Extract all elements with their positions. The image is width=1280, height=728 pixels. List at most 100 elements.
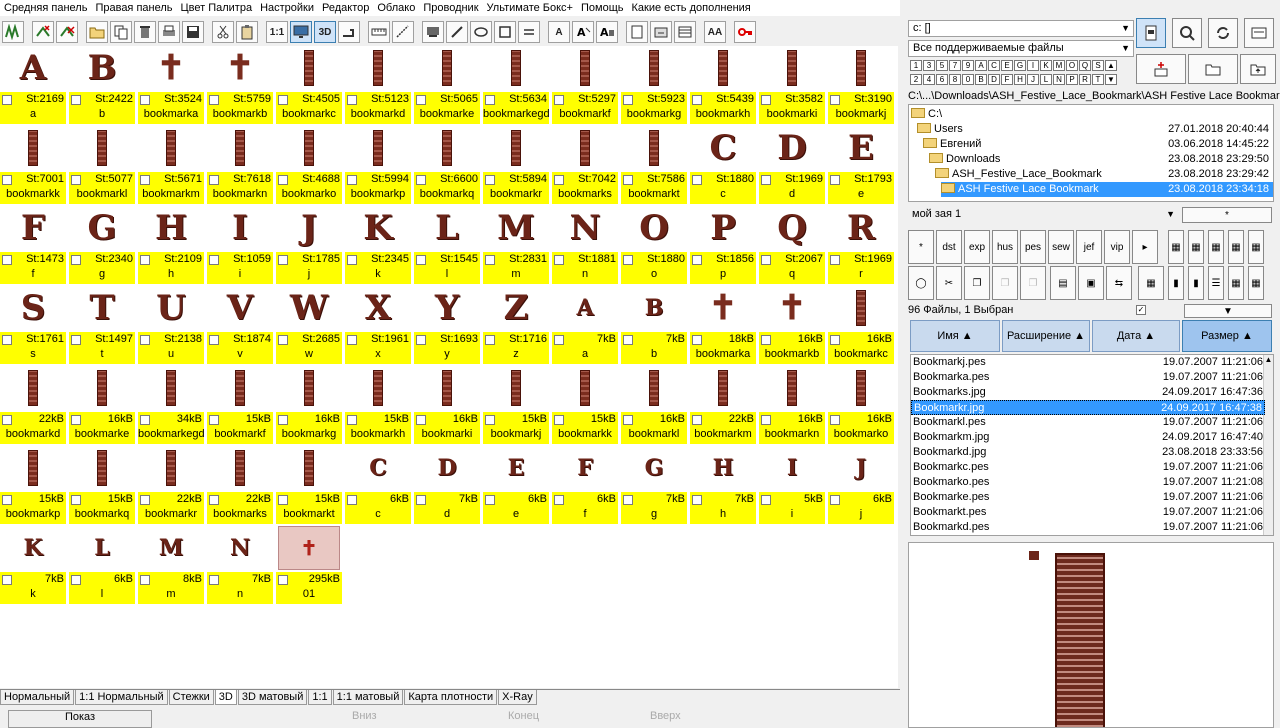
tile-checkbox[interactable] [2, 255, 12, 265]
design-tile[interactable]: X St:1961 x [345, 286, 411, 368]
tile-checkbox[interactable] [761, 175, 771, 185]
tile-checkbox[interactable] [278, 175, 288, 185]
tile-checkbox[interactable] [209, 415, 219, 425]
multi-copy-icon[interactable]: ▤ [1050, 266, 1076, 300]
tile-checkbox[interactable] [623, 95, 633, 105]
tile-checkbox[interactable] [140, 335, 150, 345]
tile-checkbox[interactable] [278, 335, 288, 345]
tile-checkbox[interactable] [209, 255, 219, 265]
file-row[interactable]: Bookmarkd.jpg 23.08.2018 23:33:56 [911, 445, 1265, 460]
design-tile[interactable]: St:7586 bookmarkt [621, 126, 687, 208]
tile-checkbox[interactable] [830, 255, 840, 265]
tile-checkbox[interactable] [2, 495, 12, 505]
print-file-icon[interactable]: ▦ [1138, 266, 1164, 300]
tile-checkbox[interactable] [140, 95, 150, 105]
tile-checkbox[interactable] [71, 95, 81, 105]
tile-checkbox[interactable] [71, 335, 81, 345]
tile-checkbox[interactable] [416, 415, 426, 425]
design-tile[interactable]: Y St:1693 y [414, 286, 480, 368]
design-tile[interactable]: St:4688 bookmarko [276, 126, 342, 208]
view-tab[interactable]: Стежки [168, 690, 214, 705]
remove-stitch-icon[interactable] [56, 21, 78, 43]
design-tile[interactable]: St:6600 bookmarkq [414, 126, 480, 208]
format-button[interactable]: exp [964, 230, 990, 264]
design-tile[interactable]: 22kB bookmarks [207, 446, 273, 528]
design-tile[interactable]: 15kB bookmarkj [483, 366, 549, 448]
copy-icon[interactable] [110, 21, 132, 43]
tile-checkbox[interactable] [692, 95, 702, 105]
design-tile[interactable]: 34kB bookmarkegd [138, 366, 204, 448]
design-tile[interactable]: I St:1059 i [207, 206, 273, 288]
letter-key[interactable]: 9 [962, 60, 974, 71]
design-tile[interactable]: 16kB bookmarke [69, 366, 135, 448]
up-button[interactable]: Вверх [650, 710, 681, 722]
tile-checkbox[interactable] [692, 335, 702, 345]
view-tab[interactable]: 3D матовый [237, 690, 308, 705]
tile-checkbox[interactable] [71, 415, 81, 425]
design-tile[interactable]: S St:1761 s [0, 286, 66, 368]
tile-checkbox[interactable] [830, 175, 840, 185]
letter-key[interactable]: 2 [910, 74, 922, 85]
design-tile[interactable]: ✝ St:5759 bookmarkb [207, 46, 273, 128]
key-icon[interactable] [734, 21, 756, 43]
letter-key[interactable]: F [1001, 74, 1013, 85]
design-tile[interactable]: St:3190 bookmarkj [828, 46, 894, 128]
letter-key[interactable]: 7 [949, 60, 961, 71]
design-tile[interactable]: 16kB bookmarkg [276, 366, 342, 448]
tile-checkbox[interactable] [761, 95, 771, 105]
view-tab[interactable]: Нормальный [0, 690, 75, 705]
tile-checkbox[interactable] [2, 175, 12, 185]
paste-file-icon[interactable]: ❐ [992, 266, 1018, 300]
design-tile[interactable]: St:5123 bookmarkd [345, 46, 411, 128]
letter-key[interactable]: 5 [936, 60, 948, 71]
file-row[interactable]: Bookmarkt.pes 19.07.2007 11:21:06 [911, 505, 1265, 520]
design-tile[interactable]: B St:2422 b [69, 46, 135, 128]
col-name-header[interactable]: Имя ▲ [910, 320, 1000, 352]
tile-checkbox[interactable] [2, 415, 12, 425]
view-mode5-icon[interactable]: ▦ [1248, 266, 1264, 300]
tile-checkbox[interactable] [623, 415, 633, 425]
letter-key[interactable]: 6 [936, 74, 948, 85]
ruler-icon[interactable] [368, 21, 390, 43]
design-tile[interactable]: H 7kB h [690, 446, 756, 528]
view-tab[interactable]: Карта плотности [404, 690, 498, 705]
format-button[interactable]: pes [1020, 230, 1046, 264]
three-d-button[interactable]: 3D [314, 21, 336, 43]
design-tile[interactable]: St:5077 bookmarkl [69, 126, 135, 208]
tile-checkbox[interactable] [278, 495, 288, 505]
tile-checkbox[interactable] [209, 495, 219, 505]
design-tile[interactable]: P St:1856 p [690, 206, 756, 288]
letter-key[interactable]: J [1027, 74, 1039, 85]
tile-checkbox[interactable] [71, 495, 81, 505]
view-mode4-icon[interactable]: ▦ [1228, 266, 1244, 300]
design-tile[interactable]: D St:1969 d [759, 126, 825, 208]
design-tile[interactable]: 15kB bookmarkt [276, 446, 342, 528]
tile-checkbox[interactable] [554, 415, 564, 425]
file-row[interactable]: Bookmarkm.jpg 24.09.2017 16:47:40 [911, 430, 1265, 445]
design-tile[interactable]: 22kB bookmarkd [0, 366, 66, 448]
menu-item[interactable]: Проводник [419, 0, 482, 16]
file-row[interactable]: Bookmarkj.pes 19.07.2007 11:21:06 [911, 355, 1265, 370]
set-select[interactable]: мой зая 1 ▼ [908, 207, 1178, 224]
window-icon[interactable] [1244, 18, 1274, 48]
monitor-icon[interactable] [290, 21, 312, 43]
letter-key[interactable]: D [988, 74, 1000, 85]
format-button[interactable]: sew [1048, 230, 1074, 264]
delete-icon[interactable] [134, 21, 156, 43]
tile-checkbox[interactable] [71, 255, 81, 265]
design-tile[interactable]: St:5671 bookmarkm [138, 126, 204, 208]
file-row[interactable]: Bookmarks.jpg 24.09.2017 16:47:36 [911, 385, 1265, 400]
letter-key[interactable]: G [1014, 60, 1026, 71]
tile-checkbox[interactable] [347, 335, 357, 345]
tile-checkbox[interactable] [278, 575, 288, 585]
design-tile[interactable]: W St:2685 w [276, 286, 342, 368]
folder-tree-item[interactable]: Евгений 03.06.2018 14:45:22 [923, 137, 1273, 152]
col-ext-header[interactable]: Расширение ▲ [1002, 320, 1090, 352]
tile-checkbox[interactable] [140, 415, 150, 425]
transfer-icon[interactable] [518, 21, 540, 43]
frame-icon[interactable] [494, 21, 516, 43]
tile-checkbox[interactable] [761, 495, 771, 505]
design-tile[interactable]: 15kB bookmarkq [69, 446, 135, 528]
design-tile[interactable]: Z St:1716 z [483, 286, 549, 368]
design-tile[interactable]: G 7kB g [621, 446, 687, 528]
